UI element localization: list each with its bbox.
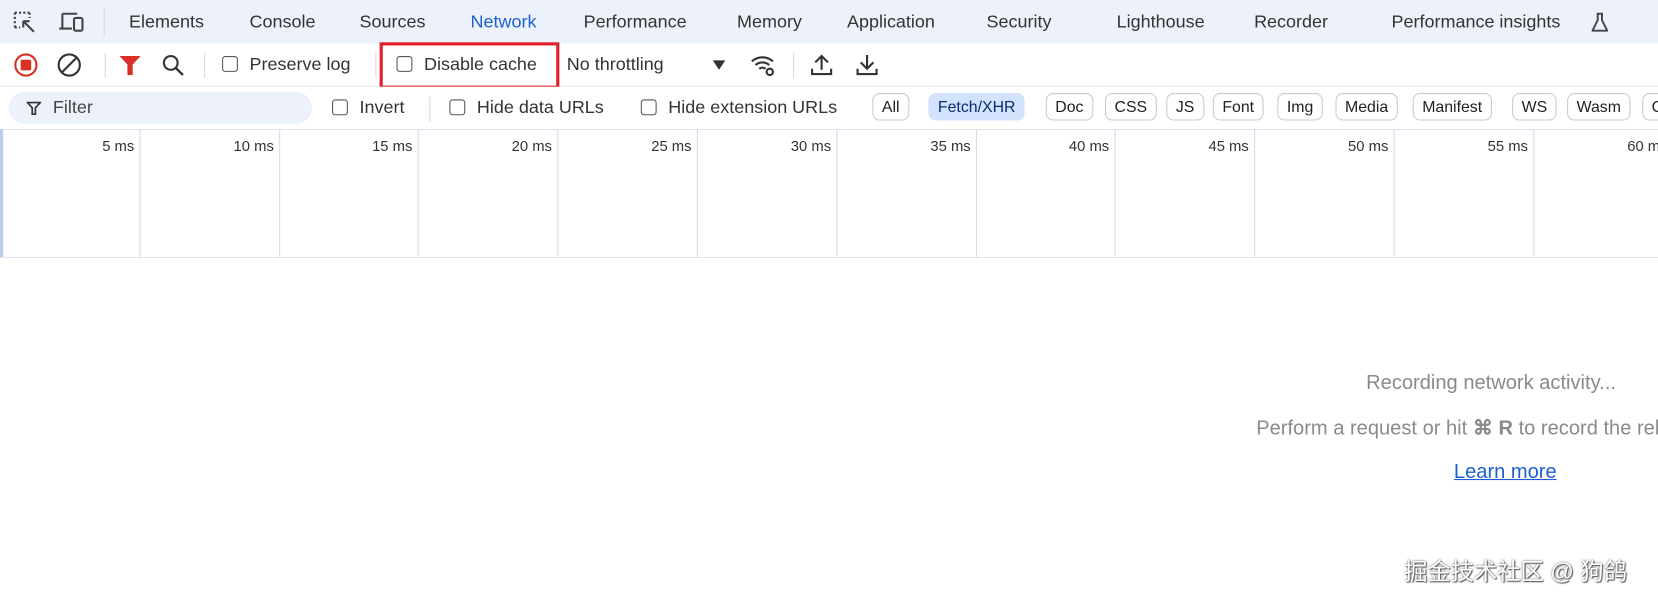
timeline-tick-label: 20 ms [511, 137, 552, 155]
timeline-tick-label: 10 ms [233, 137, 274, 155]
filter-funnel-icon[interactable] [118, 55, 141, 76]
inspect-element-icon[interactable] [13, 11, 38, 34]
preserve-log-label[interactable]: Preserve log [250, 54, 351, 75]
search-icon[interactable] [162, 54, 185, 77]
timeline-tick-label: 15 ms [372, 137, 413, 155]
shortcut-key: ⌘ R [1472, 417, 1514, 440]
tab-console[interactable]: Console [250, 12, 316, 33]
dropdown-arrow-icon [712, 60, 726, 70]
type-filter-all[interactable]: All [872, 93, 910, 121]
watermark: 掘金技术社区 @ 狗鸽 [1404, 558, 1627, 585]
timeline-tick-label: 55 ms [1487, 137, 1528, 155]
clear-icon[interactable] [57, 53, 81, 77]
filter-input[interactable]: Filter [8, 91, 312, 124]
timeline-gridline [279, 129, 281, 257]
tab-memory[interactable]: Memory [737, 12, 802, 33]
hide-extension-urls-checkbox[interactable] [640, 99, 657, 116]
tab-sources[interactable]: Sources [360, 12, 426, 33]
type-filter-js[interactable]: JS [1166, 93, 1204, 121]
timeline-gridline [836, 129, 838, 257]
timeline-gridline [1533, 129, 1535, 257]
hide-data-urls-checkbox[interactable] [449, 99, 466, 116]
disable-cache-checkbox[interactable] [396, 56, 413, 72]
import-har-icon[interactable] [810, 53, 833, 76]
throttling-select[interactable]: No throttling [567, 50, 732, 80]
invert-label[interactable]: Invert [360, 97, 405, 118]
recording-status: Recording network activity... [1366, 372, 1616, 395]
timeline-gridline [1393, 129, 1395, 257]
tab-recorder[interactable]: Recorder [1254, 12, 1328, 33]
timeline-tick-label: 25 ms [651, 137, 692, 155]
type-filter-wasm[interactable]: Wasm [1567, 93, 1631, 121]
experiment-flask-icon [1591, 12, 1609, 32]
hint-suffix: to record the reload. [1518, 417, 1658, 440]
type-filter-ws[interactable]: WS [1512, 93, 1557, 121]
throttling-value: No throttling [566, 53, 664, 75]
stop-recording-icon[interactable] [14, 53, 38, 77]
hide-extension-urls-label[interactable]: Hide extension URLs [668, 97, 837, 118]
type-filter-manifest[interactable]: Manifest [1412, 93, 1492, 121]
type-filter-other[interactable]: O [1642, 93, 1658, 121]
disable-cache-label[interactable]: Disable cache [424, 54, 537, 75]
timeline-tick-label: 50 ms [1348, 137, 1389, 155]
invert-checkbox[interactable] [332, 99, 348, 116]
timeline-tick-label: 45 ms [1208, 137, 1249, 155]
tab-performance-insights[interactable]: Performance insights [1392, 12, 1561, 33]
network-toolbar: Preserve log Disable cache No throttling [0, 42, 1658, 89]
timeline-gridline [139, 129, 141, 257]
filter-icon [26, 101, 42, 116]
tab-security[interactable]: Security [987, 12, 1052, 33]
learn-more-link[interactable]: Learn more [1454, 461, 1557, 484]
type-filter-media[interactable]: Media [1335, 93, 1398, 121]
filter-placeholder: Filter [52, 97, 93, 118]
type-filter-font[interactable]: Font [1212, 93, 1264, 121]
type-filter-css[interactable]: CSS [1104, 93, 1157, 121]
type-filter-img[interactable]: Img [1277, 93, 1323, 121]
network-conditions-icon[interactable] [750, 54, 777, 77]
type-filter-fetch-xhr[interactable]: Fetch/XHR [928, 93, 1026, 121]
timeline-tick-label: 30 ms [790, 137, 832, 155]
timeline-gridline [975, 129, 978, 257]
tab-lighthouse[interactable]: Lighthouse [1117, 12, 1205, 33]
device-toolbar-icon[interactable] [58, 11, 85, 34]
type-filter-doc[interactable]: Doc [1045, 93, 1094, 121]
timeline-tick-label: 40 ms [1068, 137, 1110, 155]
record-hint: Perform a request or hit ⌘ R to record t… [1256, 417, 1658, 441]
hide-data-urls-label[interactable]: Hide data URLs [477, 97, 604, 118]
tab-network[interactable]: Network [471, 12, 537, 33]
tab-performance[interactable]: Performance [584, 12, 687, 33]
devtools-tab-bar: Elements Console Sources Network Perform… [0, 0, 1658, 45]
timeline-gridline [1254, 129, 1256, 257]
timeline-overview[interactable]: 5 ms 10 ms 15 ms 20 ms 25 ms 30 ms 35 ms 40 ms 4… [0, 129, 1658, 259]
timeline-tick-label: 60 ms [1627, 137, 1658, 155]
timeline-gridline [417, 129, 419, 257]
export-har-icon[interactable] [855, 53, 878, 76]
timeline-gridline [1114, 129, 1116, 257]
preserve-log-checkbox[interactable] [222, 56, 238, 72]
timeline-tick-label: 5 ms [102, 137, 135, 155]
timeline-gridline [696, 129, 698, 257]
timeline-tick-label: 35 ms [930, 137, 971, 155]
hint-prefix: Perform a request or hit [1256, 417, 1473, 440]
timeline-handle[interactable] [0, 129, 4, 257]
filter-bar: Filter Invert Hide data URLs Hide extens… [0, 86, 1658, 131]
tab-elements[interactable]: Elements [129, 12, 204, 33]
tab-application[interactable]: Application [847, 12, 935, 33]
timeline-gridline [557, 129, 559, 257]
